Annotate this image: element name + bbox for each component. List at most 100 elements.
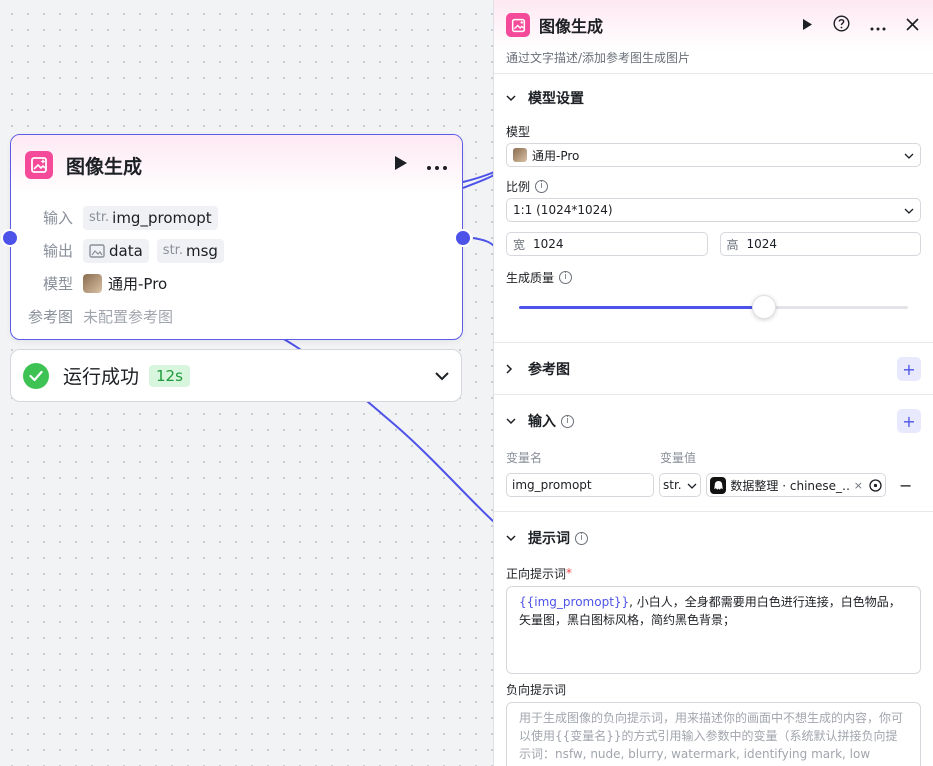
close-icon[interactable] [906,16,919,35]
section-title: 提示词 [528,531,570,547]
ref-value: 未配置参考图 [83,308,174,326]
more-icon[interactable] [870,16,886,35]
node-config-panel: 图像生成 通过文字描述/添加参考图生成图片 模型设置 模型 通用-Pro 比例 … [493,0,933,766]
image-generation-icon [25,151,53,179]
model-label: 模型 [506,124,531,139]
run-status-bar[interactable]: 运行成功 12s [10,349,462,402]
quality-label: 生成质量 [506,270,555,285]
col-var-name: 变量名 [506,450,543,465]
chevron-down-icon [904,203,914,217]
run-icon[interactable] [394,155,408,175]
model-settings-header[interactable]: 模型设置 [506,74,921,122]
input-section: 输入 i + 变量名 变量值 img_promopt str. 数据整理 · c… [494,395,933,512]
node-input-port[interactable] [1,229,19,247]
reference-header[interactable]: 参考图 + [506,343,921,395]
ratio-label: 比例 [506,179,531,194]
node-model-row: 模型 通用-Pro [27,267,446,300]
panel-description: 通过文字描述/添加参考图生成图片 [506,51,691,65]
height-input[interactable]: 高 1024 [719,232,921,256]
output-data-chip: data [83,238,149,263]
prompt-header[interactable]: 提示词 i [506,512,921,564]
ratio-label-row: 比例 i [506,177,921,195]
input-var-name: img_promopt [112,208,212,227]
quality-label-row: 生成质量 i [506,268,921,286]
var-type-value: str. [663,478,682,492]
input-header[interactable]: 输入 i + [506,395,921,447]
duration-badge: 12s [149,364,190,387]
var-value-reference[interactable]: 数据整理 · chinese_… × [706,473,886,497]
section-title: 输入 [528,414,556,430]
chevron-right-icon [506,364,526,374]
negative-prompt-placeholder: 用于生成图像的负向提示词，用来描述你的画面中不想生成的内容，你可以使用{{变量名… [519,711,904,766]
output-label: 输出 [42,242,73,260]
ref-label: 参考图 [27,308,73,326]
more-icon[interactable] [426,156,448,175]
model-select-value: 通用-Pro [532,148,580,163]
slider-fill [519,306,765,309]
output-data-name: data [109,241,143,260]
negative-prompt-input[interactable]: 用于生成图像的负向提示词，用来描述你的画面中不想生成的内容，你可以使用{{变量名… [506,702,921,766]
section-title: 参考图 [528,362,570,378]
reference-section: 参考图 + [494,343,933,395]
input-var-row: img_promopt str. 数据整理 · chinese_… × − [506,473,921,497]
output-msg-name: msg [185,241,218,260]
type-tag: str. [89,210,110,225]
node-title: 图像生成 [66,155,143,178]
node-output-row: 输出 data str. msg [27,234,446,267]
info-icon[interactable]: i [559,270,573,284]
width-prefix: 宽 [513,237,526,252]
input-label: 输入 [42,209,73,227]
chevron-down-icon [904,148,914,162]
output-msg-chip: str. msg [156,238,224,263]
negative-prompt-label: 负向提示词 [506,682,567,697]
model-value: 通用-Pro [108,275,168,293]
input-var-chip: str. img_promopt [83,205,218,230]
ratio-select[interactable]: 1:1 (1024*1024) [506,198,921,222]
chevron-down-icon [506,94,526,102]
image-icon [89,243,105,258]
positive-prompt-label-row: 正向提示词 * [506,564,921,582]
clear-icon[interactable]: × [854,479,863,492]
positive-prompt-label: 正向提示词 [506,566,567,581]
model-avatar [83,274,102,293]
model-settings-section: 模型设置 模型 通用-Pro 比例 i 1:1 (1024*1024) 宽 10… [494,74,933,343]
info-icon[interactable]: i [561,414,574,428]
image-generation-icon [506,13,530,37]
width-input[interactable]: 宽 1024 [506,232,708,256]
height-value: 1024 [746,237,778,251]
ai-agent-icon [710,476,727,494]
run-icon[interactable] [802,16,813,35]
info-icon[interactable]: i [535,179,549,193]
node-output-port[interactable] [454,229,472,247]
panel-header: 图像生成 通过文字描述/添加参考图生成图片 [494,0,933,74]
remove-var-button[interactable]: − [899,476,912,495]
var-name-input[interactable]: img_promopt [506,473,654,497]
ratio-select-value: 1:1 (1024*1024) [513,203,613,217]
chevron-down-icon [687,478,697,492]
prompt-variable: {{img_promopt}} [519,595,630,609]
target-icon[interactable] [869,478,882,492]
height-prefix: 高 [726,237,739,252]
model-avatar [513,148,527,162]
type-tag: str. [162,243,183,258]
prompt-section: 提示词 i 正向提示词 * {{img_promopt}}, 小白人，全身都需要… [494,512,933,766]
quality-slider[interactable] [506,292,921,322]
model-select[interactable]: 通用-Pro [506,143,921,167]
required-mark: * [566,566,573,580]
status-text: 运行成功 [63,366,140,388]
model-label: 模型 [42,275,73,293]
image-generation-node[interactable]: 图像生成 输入 str. img_promopt 输出 data str. ms… [1,134,472,340]
width-value: 1024 [533,237,564,251]
slider-knob[interactable] [752,295,777,319]
chevron-down-icon[interactable] [435,366,449,385]
panel-title: 图像生成 [539,17,604,36]
add-input-button[interactable]: + [897,409,921,433]
var-type-select[interactable]: str. [659,473,701,497]
add-reference-button[interactable]: + [897,357,921,381]
node-ref-row: 参考图 未配置参考图 [27,300,446,333]
info-icon[interactable]: i [575,531,588,545]
help-icon[interactable] [833,14,850,36]
positive-prompt-input[interactable]: {{img_promopt}}, 小白人，全身都需要用白色进行连接，白色物品，矢… [506,586,921,674]
chevron-down-icon [506,417,526,425]
section-title: 模型设置 [528,91,584,107]
